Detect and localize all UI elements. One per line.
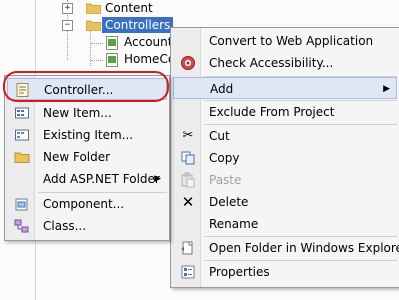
properties-icon [180,264,196,280]
tree-item-homecontroller[interactable]: HomeCo [124,51,175,68]
menu-item-convert-to-web-application[interactable]: Convert to Web Application [173,30,397,52]
menu-item-class[interactable]: Class... [7,215,167,237]
menu-item-existing-item[interactable]: Existing Item... [7,124,167,146]
context-menu: Convert to Web Application Check Accessi… [170,27,399,288]
menu-item-add-aspnet-folder[interactable]: Add ASP.NET Folder ▶ [7,168,167,190]
menu-item-cut[interactable]: ✂ Cut [173,125,397,147]
cs-file-icon [106,36,118,50]
submenu-arrow-icon: ▶ [154,174,161,184]
menu-item-delete[interactable]: ✕ Delete [173,191,397,213]
scissors-icon: ✂ [182,128,194,143]
menu-item-new-folder[interactable]: New Folder [7,146,167,168]
folder-icon [86,3,101,14]
existing-item-icon [14,127,30,143]
menu-item-rename[interactable]: Rename [173,213,397,235]
new-item-icon [14,105,30,121]
open-folder-icon [180,240,196,256]
menu-item-properties[interactable]: Properties [173,261,397,283]
tree-item-content[interactable]: Content [105,0,153,17]
menu-item-add[interactable]: Add ▶ [173,77,397,99]
paste-icon [180,172,196,188]
accessibility-icon [180,55,196,71]
menu-item-copy[interactable]: Copy [173,147,397,169]
component-icon [14,196,30,212]
menu-item-check-accessibility[interactable]: Check Accessibility... [173,52,397,74]
tree-guide-line [91,60,103,61]
highlight-annotation [3,71,169,102]
menu-item-paste[interactable]: Paste [173,169,397,191]
menu-item-new-item[interactable]: New Item... [7,102,167,124]
delete-x-icon: ✕ [181,193,195,211]
tree-guide-line [91,43,103,44]
collapse-icon[interactable]: − [62,20,73,31]
submenu-arrow-icon: ▶ [383,84,390,94]
class-icon [14,218,30,234]
open-folder-icon [86,20,101,31]
tree-item-account[interactable]: Account [124,34,172,51]
menu-item-component[interactable]: Component... [7,193,167,215]
tree-item-controllers[interactable]: Controllers [102,17,174,33]
menu-item-open-folder-in-explorer[interactable]: Open Folder in Windows Explorer [173,237,399,259]
menu-item-exclude-from-project[interactable]: Exclude From Project [173,101,397,123]
expand-icon[interactable]: + [62,3,73,14]
cs-file-icon [106,53,118,67]
copy-icon [180,150,196,166]
folder-icon [14,149,30,165]
